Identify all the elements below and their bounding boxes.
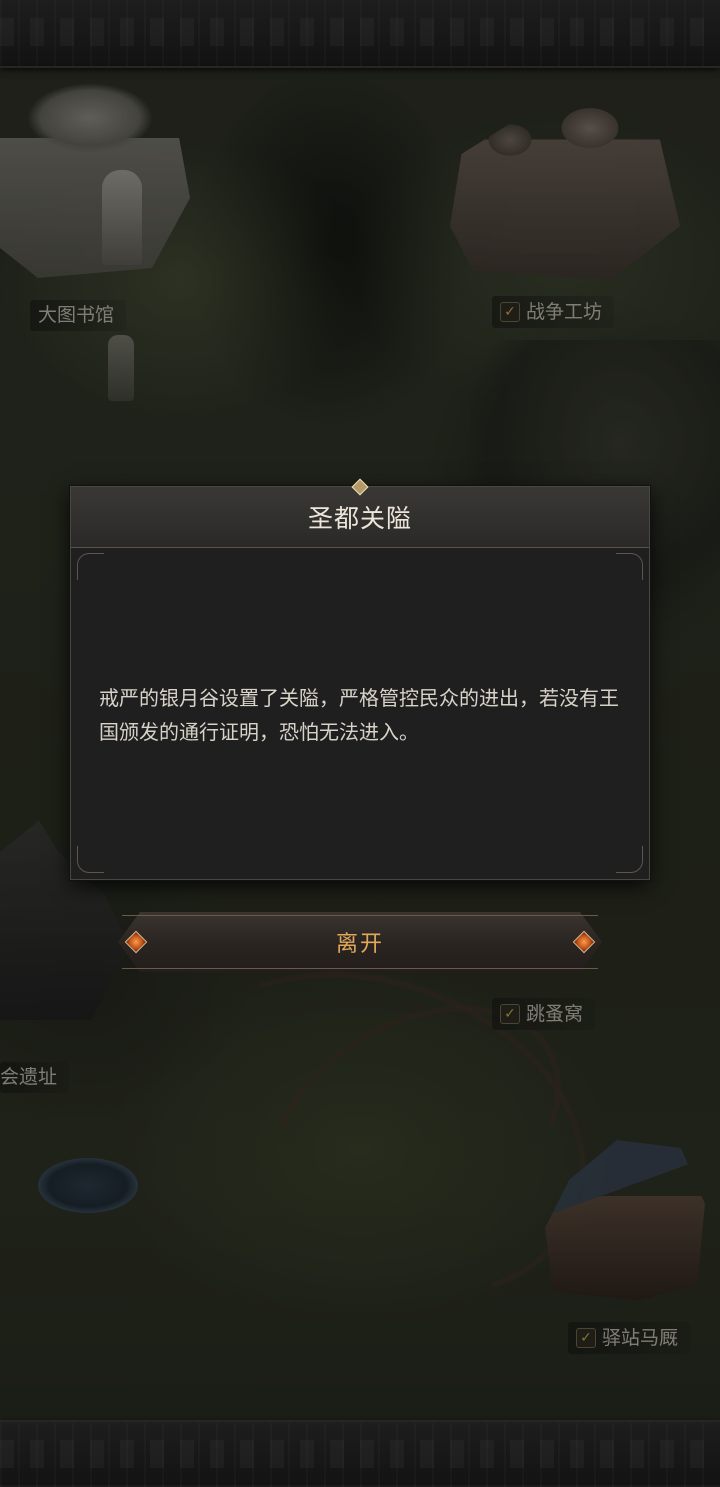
dialog-title: 圣都关隘 (307, 504, 412, 533)
leave-button-label: 离开 (335, 932, 384, 957)
corner-ornament (77, 846, 104, 873)
corner-ornament (77, 553, 104, 580)
corner-ornament (616, 846, 643, 873)
pass-dialog: 圣都关隘 戒严的银月谷设置了关隘，严格管控民众的进出，若没有王国颁发的通行证明，… (70, 478, 650, 880)
corner-ornament (616, 553, 643, 580)
dialog-message: 戒严的银月谷设置了关隘，严格管控民众的进出，若没有王国颁发的通行证明，恐怕无法进… (99, 686, 619, 744)
leave-button[interactable]: 离开 (118, 912, 602, 972)
dialog-header: 圣都关隘 (71, 487, 649, 548)
